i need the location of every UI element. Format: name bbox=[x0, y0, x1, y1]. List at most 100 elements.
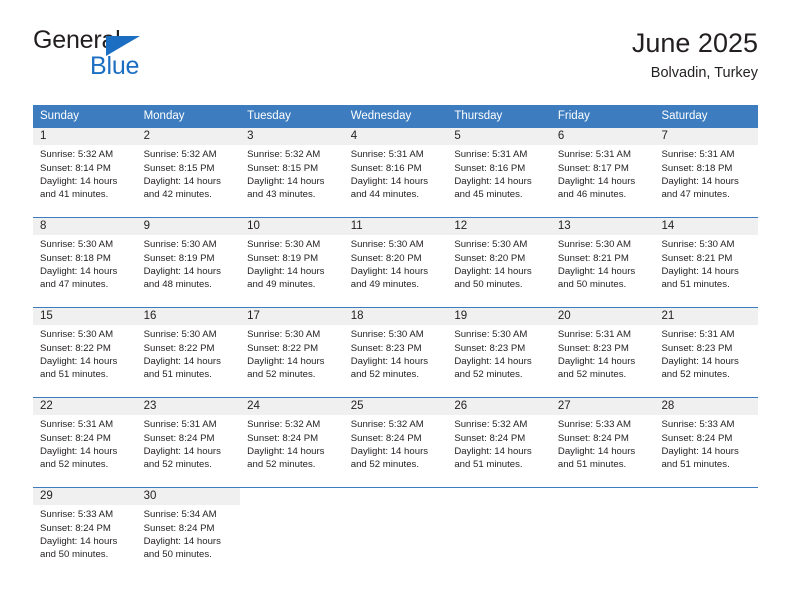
sunset-text: Sunset: 8:23 PM bbox=[557, 342, 629, 354]
calendar-day-number: 24 bbox=[240, 398, 344, 416]
calendar-day-cell[interactable]: 22 Sunrise: 5:31 AM Sunset: 8:24 PM Dayligh… bbox=[33, 398, 137, 487]
daylight-text: Daylight: 14 hours and 52 minutes. bbox=[557, 355, 636, 380]
calendar-day-number: 14 bbox=[654, 218, 759, 236]
daylight-text: Daylight: 14 hours and 52 minutes. bbox=[350, 445, 429, 470]
calendar-day-cell[interactable]: 7 Sunrise: 5:31 AM Sunset: 8:18 PM Daylight… bbox=[654, 128, 759, 217]
calendar-day-cell[interactable]: 2 Sunrise: 5:32 AM Sunset: 8:15 PM Daylight… bbox=[136, 128, 241, 217]
sunrise-text: Sunrise: 5:33 AM bbox=[40, 509, 114, 521]
sunset-text: Sunset: 8:23 PM bbox=[661, 342, 733, 354]
calendar-day-cell[interactable]: 9 Sunrise: 5:30 AM Sunset: 8:19 PM Daylight… bbox=[136, 218, 241, 307]
sunrise-text: Sunrise: 5:30 AM bbox=[143, 329, 217, 341]
daylight-text: Daylight: 14 hours and 47 minutes. bbox=[40, 265, 118, 290]
calendar-day-details: Sunrise: 5:31 AM Sunset: 8:18 PM Daylight:… bbox=[654, 145, 758, 201]
sunset-text: Sunset: 8:24 PM bbox=[454, 432, 526, 444]
sunset-text: Sunset: 8:17 PM bbox=[557, 162, 629, 174]
calendar-day-cell[interactable]: 5 Sunrise: 5:31 AM Sunset: 8:16 PM Daylight… bbox=[447, 128, 551, 217]
calendar-day-cell[interactable]: 1 Sunrise: 5:32 AM Sunset: 8:14 PM Daylight… bbox=[33, 128, 137, 217]
title-block: June 2025 Bolvadin, Turkey bbox=[632, 28, 758, 82]
sunset-text: Sunset: 8:14 PM bbox=[40, 162, 111, 174]
calendar-day-details: Sunrise: 5:30 AM Sunset: 8:19 PM Daylight:… bbox=[137, 235, 241, 291]
calendar-day-cell[interactable]: 20 Sunrise: 5:31 AM Sunset: 8:23 PM Dayligh… bbox=[550, 308, 655, 397]
calendar-day-number: 16 bbox=[136, 308, 241, 326]
calendar-day-details: Sunrise: 5:32 AM Sunset: 8:24 PM Daylight:… bbox=[240, 415, 344, 471]
sunset-text: Sunset: 8:19 PM bbox=[247, 252, 319, 264]
calendar-day-details: Sunrise: 5:30 AM Sunset: 8:22 PM Daylight:… bbox=[33, 325, 137, 381]
page-masthead: General Blue June 2025 Bolvadin, Turkey bbox=[33, 28, 758, 98]
sunrise-text: Sunrise: 5:30 AM bbox=[454, 329, 528, 341]
calendar-day-number: 18 bbox=[343, 308, 448, 326]
calendar-day-number bbox=[654, 488, 758, 505]
daylight-text: Daylight: 14 hours and 44 minutes. bbox=[350, 175, 429, 200]
calendar-day-cell[interactable]: 6 Sunrise: 5:31 AM Sunset: 8:17 PM Daylight… bbox=[550, 128, 655, 217]
sunrise-text: Sunrise: 5:30 AM bbox=[247, 239, 321, 251]
calendar-day-number: 5 bbox=[447, 128, 551, 146]
sunrise-text: Sunrise: 5:31 AM bbox=[350, 149, 424, 161]
calendar-day-number: 10 bbox=[240, 218, 344, 236]
sunset-text: Sunset: 8:19 PM bbox=[143, 252, 215, 264]
calendar-day-number bbox=[447, 488, 551, 505]
sunrise-text: Sunrise: 5:32 AM bbox=[247, 419, 321, 431]
daylight-text: Daylight: 14 hours and 52 minutes. bbox=[454, 355, 532, 380]
general-blue-logo[interactable]: General Blue bbox=[33, 28, 273, 90]
sunset-text: Sunset: 8:24 PM bbox=[350, 432, 422, 444]
calendar-day-cell[interactable]: 3 Sunrise: 5:32 AM Sunset: 8:15 PM Daylight… bbox=[240, 128, 344, 217]
calendar-day-details: Sunrise: 5:32 AM Sunset: 8:24 PM Daylight:… bbox=[344, 415, 448, 471]
sunset-text: Sunset: 8:18 PM bbox=[40, 252, 111, 264]
sunrise-text: Sunrise: 5:30 AM bbox=[661, 239, 735, 251]
calendar-day-cell[interactable]: 30 Sunrise: 5:34 AM Sunset: 8:24 PM Dayligh… bbox=[136, 488, 241, 577]
calendar-day-details: Sunrise: 5:30 AM Sunset: 8:19 PM Daylight:… bbox=[240, 235, 344, 291]
calendar-day-cell[interactable]: 23 Sunrise: 5:31 AM Sunset: 8:24 PM Dayligh… bbox=[136, 398, 241, 487]
sunrise-text: Sunrise: 5:30 AM bbox=[40, 239, 114, 251]
daylight-text: Daylight: 14 hours and 52 minutes. bbox=[661, 355, 739, 380]
sunset-text: Sunset: 8:24 PM bbox=[40, 522, 111, 534]
calendar-day-cell[interactable]: 8 Sunrise: 5:30 AM Sunset: 8:18 PM Daylight… bbox=[33, 218, 137, 307]
calendar-day-cell[interactable]: 11 Sunrise: 5:30 AM Sunset: 8:20 PM Dayligh… bbox=[343, 218, 448, 307]
calendar-day-number: 8 bbox=[33, 218, 137, 236]
calendar-day-number: 12 bbox=[447, 218, 551, 236]
daylight-text: Daylight: 14 hours and 51 minutes. bbox=[661, 445, 739, 470]
sunrise-text: Sunrise: 5:33 AM bbox=[661, 419, 735, 431]
calendar-week-row: 1 Sunrise: 5:32 AM Sunset: 8:14 PM Daylight… bbox=[33, 128, 759, 217]
calendar-day-number: 13 bbox=[550, 218, 655, 236]
daylight-text: Daylight: 14 hours and 52 minutes. bbox=[40, 445, 118, 470]
calendar-day-details: Sunrise: 5:31 AM Sunset: 8:23 PM Daylight:… bbox=[551, 325, 655, 381]
calendar-day-cell[interactable]: 10 Sunrise: 5:30 AM Sunset: 8:19 PM Dayligh… bbox=[240, 218, 344, 307]
calendar-day-cell[interactable]: 16 Sunrise: 5:30 AM Sunset: 8:22 PM Dayligh… bbox=[136, 308, 241, 397]
sunset-text: Sunset: 8:24 PM bbox=[247, 432, 319, 444]
calendar-day-number: 29 bbox=[33, 488, 137, 506]
calendar-day-cell[interactable]: 29 Sunrise: 5:33 AM Sunset: 8:24 PM Dayligh… bbox=[33, 488, 137, 577]
calendar-day-cell[interactable]: 25 Sunrise: 5:32 AM Sunset: 8:24 PM Dayligh… bbox=[343, 398, 448, 487]
calendar-day-cell[interactable]: 19 Sunrise: 5:30 AM Sunset: 8:23 PM Dayligh… bbox=[447, 308, 551, 397]
sunrise-text: Sunrise: 5:30 AM bbox=[350, 239, 424, 251]
sunrise-text: Sunrise: 5:31 AM bbox=[454, 149, 528, 161]
calendar-day-number: 17 bbox=[240, 308, 344, 326]
calendar-day-number: 20 bbox=[550, 308, 655, 326]
calendar-day-cell-empty bbox=[344, 488, 448, 577]
daylight-text: Daylight: 14 hours and 52 minutes. bbox=[247, 355, 325, 380]
sunrise-text: Sunrise: 5:31 AM bbox=[557, 149, 631, 161]
page-subtitle-location: Bolvadin, Turkey bbox=[650, 65, 758, 82]
calendar-day-cell[interactable]: 14 Sunrise: 5:30 AM Sunset: 8:21 PM Dayligh… bbox=[654, 218, 759, 307]
calendar-day-cell[interactable]: 4 Sunrise: 5:31 AM Sunset: 8:16 PM Daylight… bbox=[343, 128, 448, 217]
sunrise-text: Sunrise: 5:34 AM bbox=[143, 509, 217, 521]
calendar-day-details: Sunrise: 5:33 AM Sunset: 8:24 PM Daylight:… bbox=[33, 505, 137, 561]
calendar-day-cell[interactable]: 28 Sunrise: 5:33 AM Sunset: 8:24 PM Dayligh… bbox=[654, 398, 759, 487]
calendar-day-cell[interactable]: 27 Sunrise: 5:33 AM Sunset: 8:24 PM Dayligh… bbox=[550, 398, 655, 487]
calendar-week-row: 29 Sunrise: 5:33 AM Sunset: 8:24 PM Dayligh… bbox=[33, 487, 758, 577]
sunset-text: Sunset: 8:15 PM bbox=[143, 162, 215, 174]
calendar-day-number: 30 bbox=[136, 488, 241, 506]
calendar-day-details: Sunrise: 5:31 AM Sunset: 8:24 PM Daylight:… bbox=[137, 415, 241, 471]
calendar-day-cell[interactable]: 15 Sunrise: 5:30 AM Sunset: 8:22 PM Dayligh… bbox=[33, 308, 137, 397]
sunset-text: Sunset: 8:23 PM bbox=[350, 342, 422, 354]
calendar-day-cell[interactable]: 17 Sunrise: 5:30 AM Sunset: 8:22 PM Dayligh… bbox=[240, 308, 344, 397]
calendar-day-cell[interactable]: 13 Sunrise: 5:30 AM Sunset: 8:21 PM Dayligh… bbox=[550, 218, 655, 307]
calendar-day-number: 25 bbox=[343, 398, 448, 416]
calendar-day-cell[interactable]: 12 Sunrise: 5:30 AM Sunset: 8:20 PM Dayligh… bbox=[447, 218, 551, 307]
calendar-day-cell[interactable]: 26 Sunrise: 5:32 AM Sunset: 8:24 PM Dayligh… bbox=[447, 398, 551, 487]
calendar-day-details: Sunrise: 5:32 AM Sunset: 8:14 PM Daylight:… bbox=[33, 145, 137, 201]
calendar-day-details: Sunrise: 5:30 AM Sunset: 8:21 PM Daylight:… bbox=[654, 235, 758, 291]
sunrise-text: Sunrise: 5:32 AM bbox=[247, 149, 321, 161]
calendar-day-cell[interactable]: 24 Sunrise: 5:32 AM Sunset: 8:24 PM Dayligh… bbox=[240, 398, 344, 487]
calendar-day-cell[interactable]: 18 Sunrise: 5:30 AM Sunset: 8:23 PM Dayligh… bbox=[343, 308, 448, 397]
calendar-day-cell[interactable]: 21 Sunrise: 5:31 AM Sunset: 8:23 PM Dayligh… bbox=[654, 308, 759, 397]
